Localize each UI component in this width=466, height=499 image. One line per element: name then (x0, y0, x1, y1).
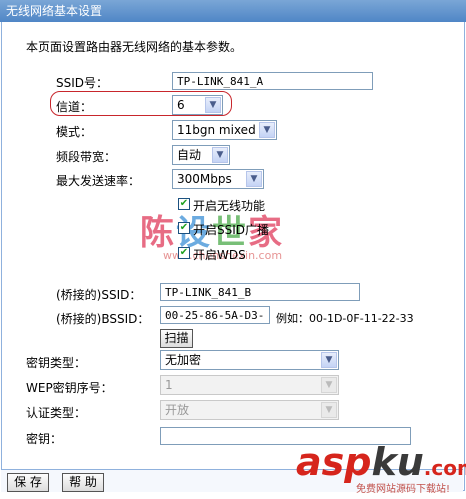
channel-value: 6 (177, 98, 185, 112)
max-rate-select[interactable]: 300Mbps ▼ (172, 169, 264, 189)
ssid-label: SSID号： (56, 76, 109, 90)
auth-type-label: 认证类型： (26, 406, 87, 420)
bandwidth-label: 频段带宽： (56, 150, 117, 164)
intro-text: 本页面设置路由器无线网络的基本参数。 (26, 40, 243, 54)
help-button[interactable]: 帮 助 (62, 473, 104, 492)
ssid-input[interactable] (172, 72, 373, 90)
chevron-down-icon: ▼ (321, 402, 337, 418)
wep-index-value: 1 (165, 378, 173, 392)
enable-wireless-label: 开启无线功能 (193, 199, 266, 213)
watermark-tagline: 免费网站源码下载站! (356, 484, 451, 495)
bssid-example-hint: 例如：00-1D-0F-11-22-33 (276, 312, 414, 325)
key-type-select[interactable]: 无加密 ▼ (160, 350, 339, 370)
key-label: 密钥： (26, 432, 63, 446)
watermark-aspku: aspku.com (296, 440, 466, 484)
enable-wds-label: 开启WDS (193, 248, 246, 262)
enable-wds-checkbox[interactable]: ✔ (178, 247, 190, 259)
wep-index-label: WEP密钥序号： (26, 381, 113, 395)
max-rate-label: 最大发送速率： (56, 174, 141, 188)
chevron-down-icon: ▼ (246, 171, 262, 187)
key-type-label: 密钥类型： (26, 356, 87, 370)
bridge-ssid-input[interactable] (160, 283, 360, 301)
window-title: 无线网络基本设置 (6, 4, 103, 18)
ssid-broadcast-label: 开启SSID广播 (193, 223, 270, 237)
chevron-down-icon: ▼ (259, 122, 275, 138)
bandwidth-value: 自动 (177, 148, 202, 162)
save-button[interactable]: 保 存 (7, 473, 49, 492)
window-title-bar: 无线网络基本设置 (0, 0, 466, 22)
wep-index-select[interactable]: 1 ▼ (160, 375, 339, 395)
scan-button[interactable]: 扫描 (160, 329, 193, 348)
channel-select[interactable]: 6 ▼ (172, 95, 223, 115)
mode-select[interactable]: 11bgn mixed ▼ (172, 120, 277, 140)
channel-label: 信道： (56, 100, 93, 114)
max-rate-value: 300Mbps (177, 172, 232, 186)
bridge-bssid-input[interactable] (160, 306, 270, 324)
chevron-down-icon: ▼ (321, 352, 337, 368)
enable-wireless-checkbox[interactable]: ✔ (178, 198, 190, 210)
mode-label: 模式： (56, 125, 93, 139)
mode-value: 11bgn mixed (177, 123, 256, 137)
auth-type-select[interactable]: 开放 ▼ (160, 400, 339, 420)
bridge-ssid-label: (桥接的)SSID： (56, 288, 142, 302)
bridge-bssid-label: (桥接的)BSSID： (56, 312, 150, 326)
auth-type-value: 开放 (165, 403, 190, 417)
chevron-down-icon: ▼ (321, 377, 337, 393)
ssid-broadcast-checkbox[interactable]: ✔ (178, 222, 190, 234)
chevron-down-icon: ▼ (212, 147, 228, 163)
key-type-value: 无加密 (165, 353, 202, 367)
bandwidth-select[interactable]: 自动 ▼ (172, 145, 230, 165)
chevron-down-icon: ▼ (205, 97, 221, 113)
